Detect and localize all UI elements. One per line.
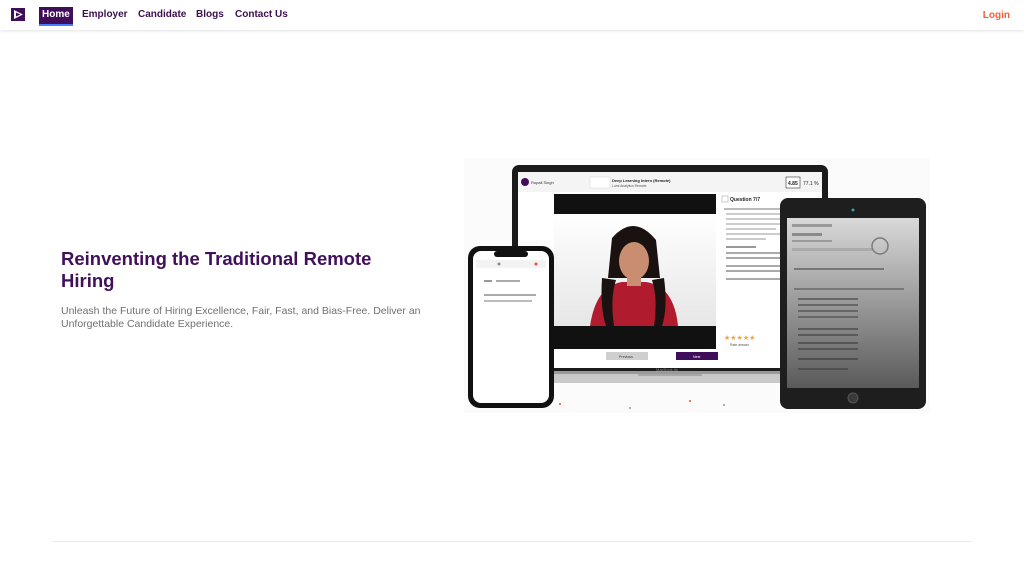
laptop-company: Lumi Analytics Remote: [612, 184, 647, 188]
laptop-brand-label: MacBook Air: [656, 367, 679, 372]
laptop-question-label: Question 7/7: [730, 197, 760, 203]
svg-text:★★★★★: ★★★★★: [724, 334, 755, 342]
top-navbar: Home Employer Candidate Blogs Contact Us…: [0, 0, 1024, 30]
laptop-rate-label: Rate answer: [730, 343, 750, 347]
tablet-mockup: [780, 198, 926, 409]
nav-home[interactable]: Home: [39, 7, 73, 26]
phone-mockup: [468, 246, 554, 408]
laptop-prev-button[interactable]: Previous: [619, 355, 633, 359]
hero-title: Reinventing the Traditional Remote Hirin…: [61, 248, 372, 291]
login-link[interactable]: Login: [983, 10, 1010, 21]
devices-mockup-illustration: Rupali Singh Deep Learning Intern (Remot…: [464, 158, 930, 413]
laptop-job-title: Deep Learning Intern (Remote): [612, 178, 671, 183]
laptop-user-name: Rupali Singh: [531, 180, 554, 185]
nav-contact-us[interactable]: Contact Us: [232, 7, 291, 26]
laptop-next-button[interactable]: Next: [693, 355, 700, 359]
laptop-percent: 77.1 %: [803, 181, 819, 187]
nav-blogs[interactable]: Blogs: [193, 7, 227, 26]
section-divider: [52, 541, 972, 542]
hero-subtitle: Unleash the Future of Hiring Excellence,…: [61, 305, 421, 330]
rating-stars[interactable]: ★★★★★: [724, 334, 755, 342]
laptop-score: 4.85: [788, 181, 798, 187]
nav-employer[interactable]: Employer: [79, 7, 131, 26]
brand-logo-icon[interactable]: [11, 8, 25, 21]
nav-candidate[interactable]: Candidate: [135, 7, 189, 26]
